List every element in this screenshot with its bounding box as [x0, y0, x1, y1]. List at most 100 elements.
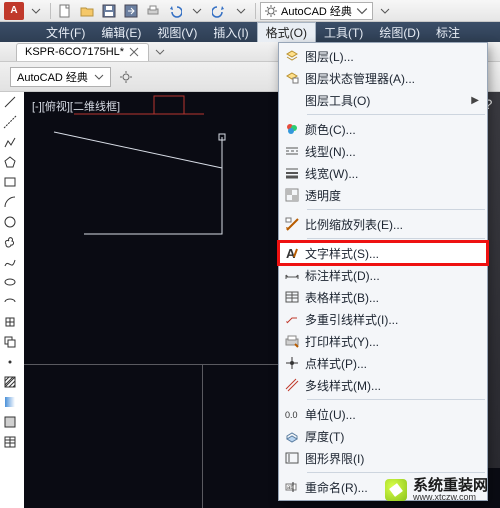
workspace-settings-icon[interactable]	[115, 66, 137, 88]
workspace-label: AutoCAD 经典	[281, 3, 352, 19]
construction-line-icon[interactable]	[0, 112, 20, 132]
separator	[50, 3, 51, 19]
menu-draw[interactable]: 绘图(D)	[371, 22, 428, 42]
mline-style-icon	[279, 377, 305, 393]
svg-text:ab: ab	[287, 485, 294, 491]
scale-list-icon	[279, 216, 305, 232]
region-icon[interactable]	[0, 412, 20, 432]
qat-more-icon[interactable]	[375, 2, 395, 20]
table-style-icon	[279, 289, 305, 305]
undo-dropdown-icon[interactable]	[187, 2, 207, 20]
revision-cloud-icon[interactable]	[0, 232, 20, 252]
quick-access-toolbar: A AutoCAD 经典	[0, 2, 399, 20]
workspace-combo[interactable]: AutoCAD 经典	[260, 2, 373, 20]
arc-icon[interactable]	[0, 192, 20, 212]
chevron-down-icon	[356, 5, 368, 17]
chevron-down-icon	[94, 72, 104, 82]
linetype-icon	[279, 143, 305, 159]
menu-separator	[307, 399, 485, 400]
line-icon[interactable]	[0, 92, 20, 112]
point-style-icon	[279, 355, 305, 371]
text-style-icon: A	[279, 245, 305, 261]
document-tab[interactable]: KSPR-6CO7175HL*	[16, 43, 149, 61]
gear-icon	[265, 5, 277, 17]
menu-item-plot-style[interactable]: 打印样式(Y)...	[279, 330, 487, 352]
menu-item-linetype[interactable]: 线型(N)...	[279, 140, 487, 162]
polyline-icon[interactable]	[0, 132, 20, 152]
watermark-url: www.xtczw.com	[413, 493, 488, 502]
insert-block-icon[interactable]	[0, 312, 20, 332]
menu-item-thickness[interactable]: 厚度(T)	[279, 425, 487, 447]
menu-item-point-style[interactable]: 点样式(P)...	[279, 352, 487, 374]
menu-item-transparency[interactable]: 透明度	[279, 184, 487, 206]
new-icon[interactable]	[55, 2, 75, 20]
redo-dropdown-icon[interactable]	[231, 2, 251, 20]
watermark-logo-icon	[385, 479, 407, 501]
menu-separator	[307, 114, 485, 115]
layer-icon	[279, 48, 305, 64]
color-icon	[279, 121, 305, 137]
table-icon[interactable]	[0, 432, 20, 452]
menu-item-color[interactable]: 颜色(C)...	[279, 118, 487, 140]
separator	[255, 3, 256, 19]
submenu-arrow-icon: ▶	[471, 95, 479, 106]
app-logo[interactable]: A	[4, 2, 24, 20]
menu-item-layer-tools[interactable]: 图层工具(O) ▶	[279, 89, 487, 111]
menu-item-dim-style[interactable]: 标注样式(D)...	[279, 264, 487, 286]
make-block-icon[interactable]	[0, 332, 20, 352]
hatch-icon[interactable]	[0, 372, 20, 392]
plot-icon[interactable]	[143, 2, 163, 20]
plot-style-icon	[279, 333, 305, 349]
saveas-icon[interactable]	[121, 2, 141, 20]
polygon-icon[interactable]	[0, 152, 20, 172]
rectangle-icon[interactable]	[0, 172, 20, 192]
menu-item-mleader-style[interactable]: 多重引线样式(I)...	[279, 308, 487, 330]
menu-tools[interactable]: 工具(T)	[316, 22, 371, 42]
watermark: 系统重装网 www.xtczw.com	[385, 478, 488, 502]
menu-item-lineweight[interactable]: 线宽(W)...	[279, 162, 487, 184]
units-icon: 0.0	[279, 406, 305, 422]
rename-icon: ab	[279, 479, 305, 495]
menu-dimension[interactable]: 标注	[428, 22, 468, 42]
undo-icon[interactable]	[165, 2, 185, 20]
viewport-split-vertical[interactable]	[202, 364, 203, 508]
ellipse-arc-icon[interactable]	[0, 292, 20, 312]
menu-separator	[307, 472, 485, 473]
menu-item-table-style[interactable]: 表格样式(B)...	[279, 286, 487, 308]
workspace-combo-2[interactable]: AutoCAD 经典	[10, 67, 111, 87]
title-bar: A AutoCAD 经典	[0, 0, 500, 22]
tabs-dropdown-icon[interactable]	[153, 45, 167, 59]
menu-item-mline-style[interactable]: 多线样式(M)...	[279, 374, 487, 396]
menu-view[interactable]: 视图(V)	[149, 22, 205, 42]
format-menu-dropdown: 图层(L)... 图层状态管理器(A)... 图层工具(O) ▶ 颜色(C)..…	[278, 42, 488, 501]
menu-item-scale-list[interactable]: 比例缩放列表(E)...	[279, 213, 487, 235]
close-icon[interactable]	[128, 46, 140, 58]
circle-icon[interactable]	[0, 212, 20, 232]
gradient-icon[interactable]	[0, 392, 20, 412]
thickness-icon	[279, 428, 305, 444]
menu-item-text-style[interactable]: A 文字样式(S)...	[279, 242, 487, 264]
lineweight-icon	[279, 165, 305, 181]
qat-dropdown[interactable]	[26, 2, 46, 20]
menu-item-limits[interactable]: 图形界限(I)	[279, 447, 487, 469]
menu-file[interactable]: 文件(F)	[38, 22, 93, 42]
open-icon[interactable]	[77, 2, 97, 20]
redo-icon[interactable]	[209, 2, 229, 20]
limits-icon	[279, 450, 305, 466]
menu-edit[interactable]: 编辑(E)	[93, 22, 149, 42]
menu-item-layer[interactable]: 图层(L)...	[279, 45, 487, 67]
spline-icon[interactable]	[0, 252, 20, 272]
transparency-icon	[279, 187, 305, 203]
mleader-style-icon	[279, 311, 305, 327]
save-icon[interactable]	[99, 2, 119, 20]
menu-bar: 文件(F) 编辑(E) 视图(V) 插入(I) 格式(O) 工具(T) 绘图(D…	[0, 22, 500, 42]
menu-separator	[307, 209, 485, 210]
point-icon[interactable]	[0, 352, 20, 372]
layer-state-icon	[279, 70, 305, 86]
menu-item-layer-state[interactable]: 图层状态管理器(A)...	[279, 67, 487, 89]
menu-insert[interactable]: 插入(I)	[205, 22, 256, 42]
svg-text:0.0: 0.0	[285, 410, 298, 420]
menu-item-units[interactable]: 0.0 单位(U)...	[279, 403, 487, 425]
menu-format[interactable]: 格式(O)	[257, 22, 316, 42]
ellipse-icon[interactable]	[0, 272, 20, 292]
